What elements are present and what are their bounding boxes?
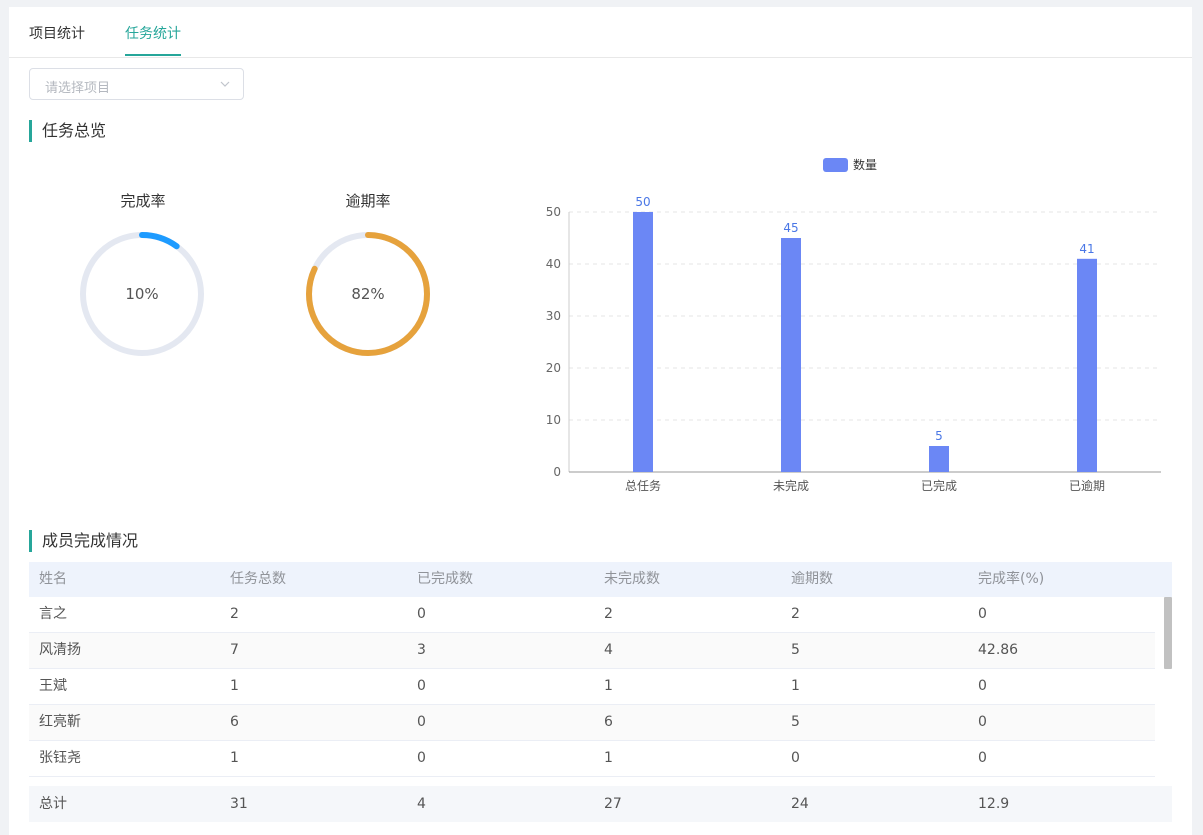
cell-total: 6 — [230, 714, 239, 730]
cell-undone: 6 — [604, 714, 613, 730]
column-header-name: 姓名 — [39, 571, 67, 587]
table-row[interactable]: 张钰尧 1 0 1 0 0 — [29, 741, 1155, 777]
chevron-down-icon — [220, 81, 230, 87]
member-completion-table: 姓名 任务总数 已完成数 未完成数 逾期数 完成率(%) 言之 2 0 2 2 … — [29, 562, 1172, 822]
x-tick-label: 未完成 — [773, 478, 809, 493]
completion-rate-title: 完成率 — [120, 192, 166, 210]
task-count-bar-chart: 0 10 20 30 40 50 50 总任务 45 未完成 5 已完成 41 已逾期 — [546, 195, 1161, 493]
overview-section-title: 任务总览 — [29, 120, 106, 142]
cell-rate: 0 — [978, 678, 987, 694]
cell-done: 0 — [417, 750, 426, 766]
overdue-rate-value: 82% — [351, 285, 385, 303]
x-tick-label: 已完成 — [921, 478, 957, 493]
cell-total: 2 — [230, 606, 239, 622]
cell-name: 红亮靳 — [39, 714, 81, 730]
column-header-total: 任务总数 — [230, 571, 286, 587]
chart-legend[interactable]: 数量 — [823, 156, 877, 173]
bar-data-label: 5 — [935, 429, 943, 443]
table-row[interactable]: 红亮靳 6 0 6 5 0 — [29, 705, 1155, 741]
cell-name: 王斌 — [39, 678, 67, 694]
y-tick-label: 10 — [546, 413, 561, 427]
y-tick-label: 20 — [546, 361, 561, 375]
y-tick-label: 50 — [546, 205, 561, 219]
cell-done: 0 — [417, 678, 426, 694]
bar — [929, 446, 949, 472]
legend-swatch — [823, 157, 848, 172]
cell-rate: 0 — [978, 750, 987, 766]
tab-bar: 项目统计 任务统计 — [9, 7, 1192, 58]
cell-overdue: 1 — [791, 678, 800, 694]
bar — [1077, 258, 1097, 472]
cell-name: 言之 — [39, 606, 67, 622]
x-tick-label: 已逾期 — [1069, 478, 1105, 493]
tab-task-stats[interactable]: 任务统计 — [125, 23, 181, 43]
cell-done: 0 — [417, 606, 426, 622]
table-scrollbar[interactable] — [1164, 597, 1172, 669]
task-stats-card: 项目统计 任务统计 请选择项目 任务总览 完成率 10% 逾期率 82% 数量 … — [9, 7, 1192, 835]
overdue-rate-title: 逾期率 — [345, 192, 391, 210]
total-rate: 12.9 — [978, 796, 1010, 812]
cell-total: 1 — [230, 750, 239, 766]
active-tab-indicator — [125, 54, 181, 56]
total-overdue: 24 — [791, 796, 809, 812]
cell-undone: 4 — [604, 642, 613, 658]
members-section-title: 成员完成情况 — [29, 530, 138, 552]
cell-done: 0 — [417, 714, 426, 730]
bar-data-label: 45 — [783, 221, 798, 235]
total-label: 总计 — [39, 796, 67, 812]
cell-undone: 2 — [604, 606, 613, 622]
cell-name: 张钰尧 — [39, 750, 81, 766]
column-header-done: 已完成数 — [417, 571, 473, 587]
project-select[interactable]: 请选择项目 — [29, 68, 244, 100]
x-tick-label: 总任务 — [625, 478, 661, 493]
total-tasks: 31 — [230, 796, 248, 812]
cell-total: 1 — [230, 678, 239, 694]
bar-data-label: 41 — [1079, 242, 1094, 256]
y-tick-label: 40 — [546, 257, 561, 271]
bar-data-label: 50 — [635, 195, 650, 209]
table-row[interactable]: 言之 2 0 2 2 0 — [29, 597, 1155, 633]
cell-rate: 0 — [978, 714, 987, 730]
cell-name: 风清扬 — [39, 642, 81, 658]
cell-done: 3 — [417, 642, 426, 658]
cell-rate: 0 — [978, 606, 987, 622]
cell-overdue: 5 — [791, 642, 800, 658]
completion-rate-value: 10% — [125, 285, 159, 303]
total-undone: 27 — [604, 796, 622, 812]
tab-project-stats[interactable]: 项目统计 — [29, 23, 85, 43]
table-header: 姓名 任务总数 已完成数 未完成数 逾期数 完成率(%) — [29, 562, 1172, 597]
project-select-placeholder: 请选择项目 — [45, 81, 111, 96]
column-header-undone: 未完成数 — [604, 571, 660, 587]
bar — [781, 238, 801, 472]
y-tick-label: 0 — [553, 465, 561, 479]
column-header-overdue: 逾期数 — [791, 571, 833, 587]
cell-overdue: 2 — [791, 606, 800, 622]
cell-overdue: 0 — [791, 750, 800, 766]
table-row[interactable]: 风清扬 7 3 4 5 42.86 — [29, 633, 1155, 669]
cell-undone: 1 — [604, 750, 613, 766]
table-row[interactable]: 王斌 1 0 1 1 0 — [29, 669, 1155, 705]
legend-label: 数量 — [853, 158, 878, 172]
y-tick-label: 30 — [546, 309, 561, 323]
cell-total: 7 — [230, 642, 239, 658]
cell-undone: 1 — [604, 678, 613, 694]
cell-rate: 42.86 — [978, 642, 1019, 658]
cell-overdue: 5 — [791, 714, 800, 730]
column-header-rate: 完成率(%) — [978, 571, 1045, 587]
bar — [633, 212, 653, 472]
table-total-row: 总计 31 4 27 24 12.9 — [29, 786, 1172, 822]
total-done: 4 — [417, 796, 426, 812]
